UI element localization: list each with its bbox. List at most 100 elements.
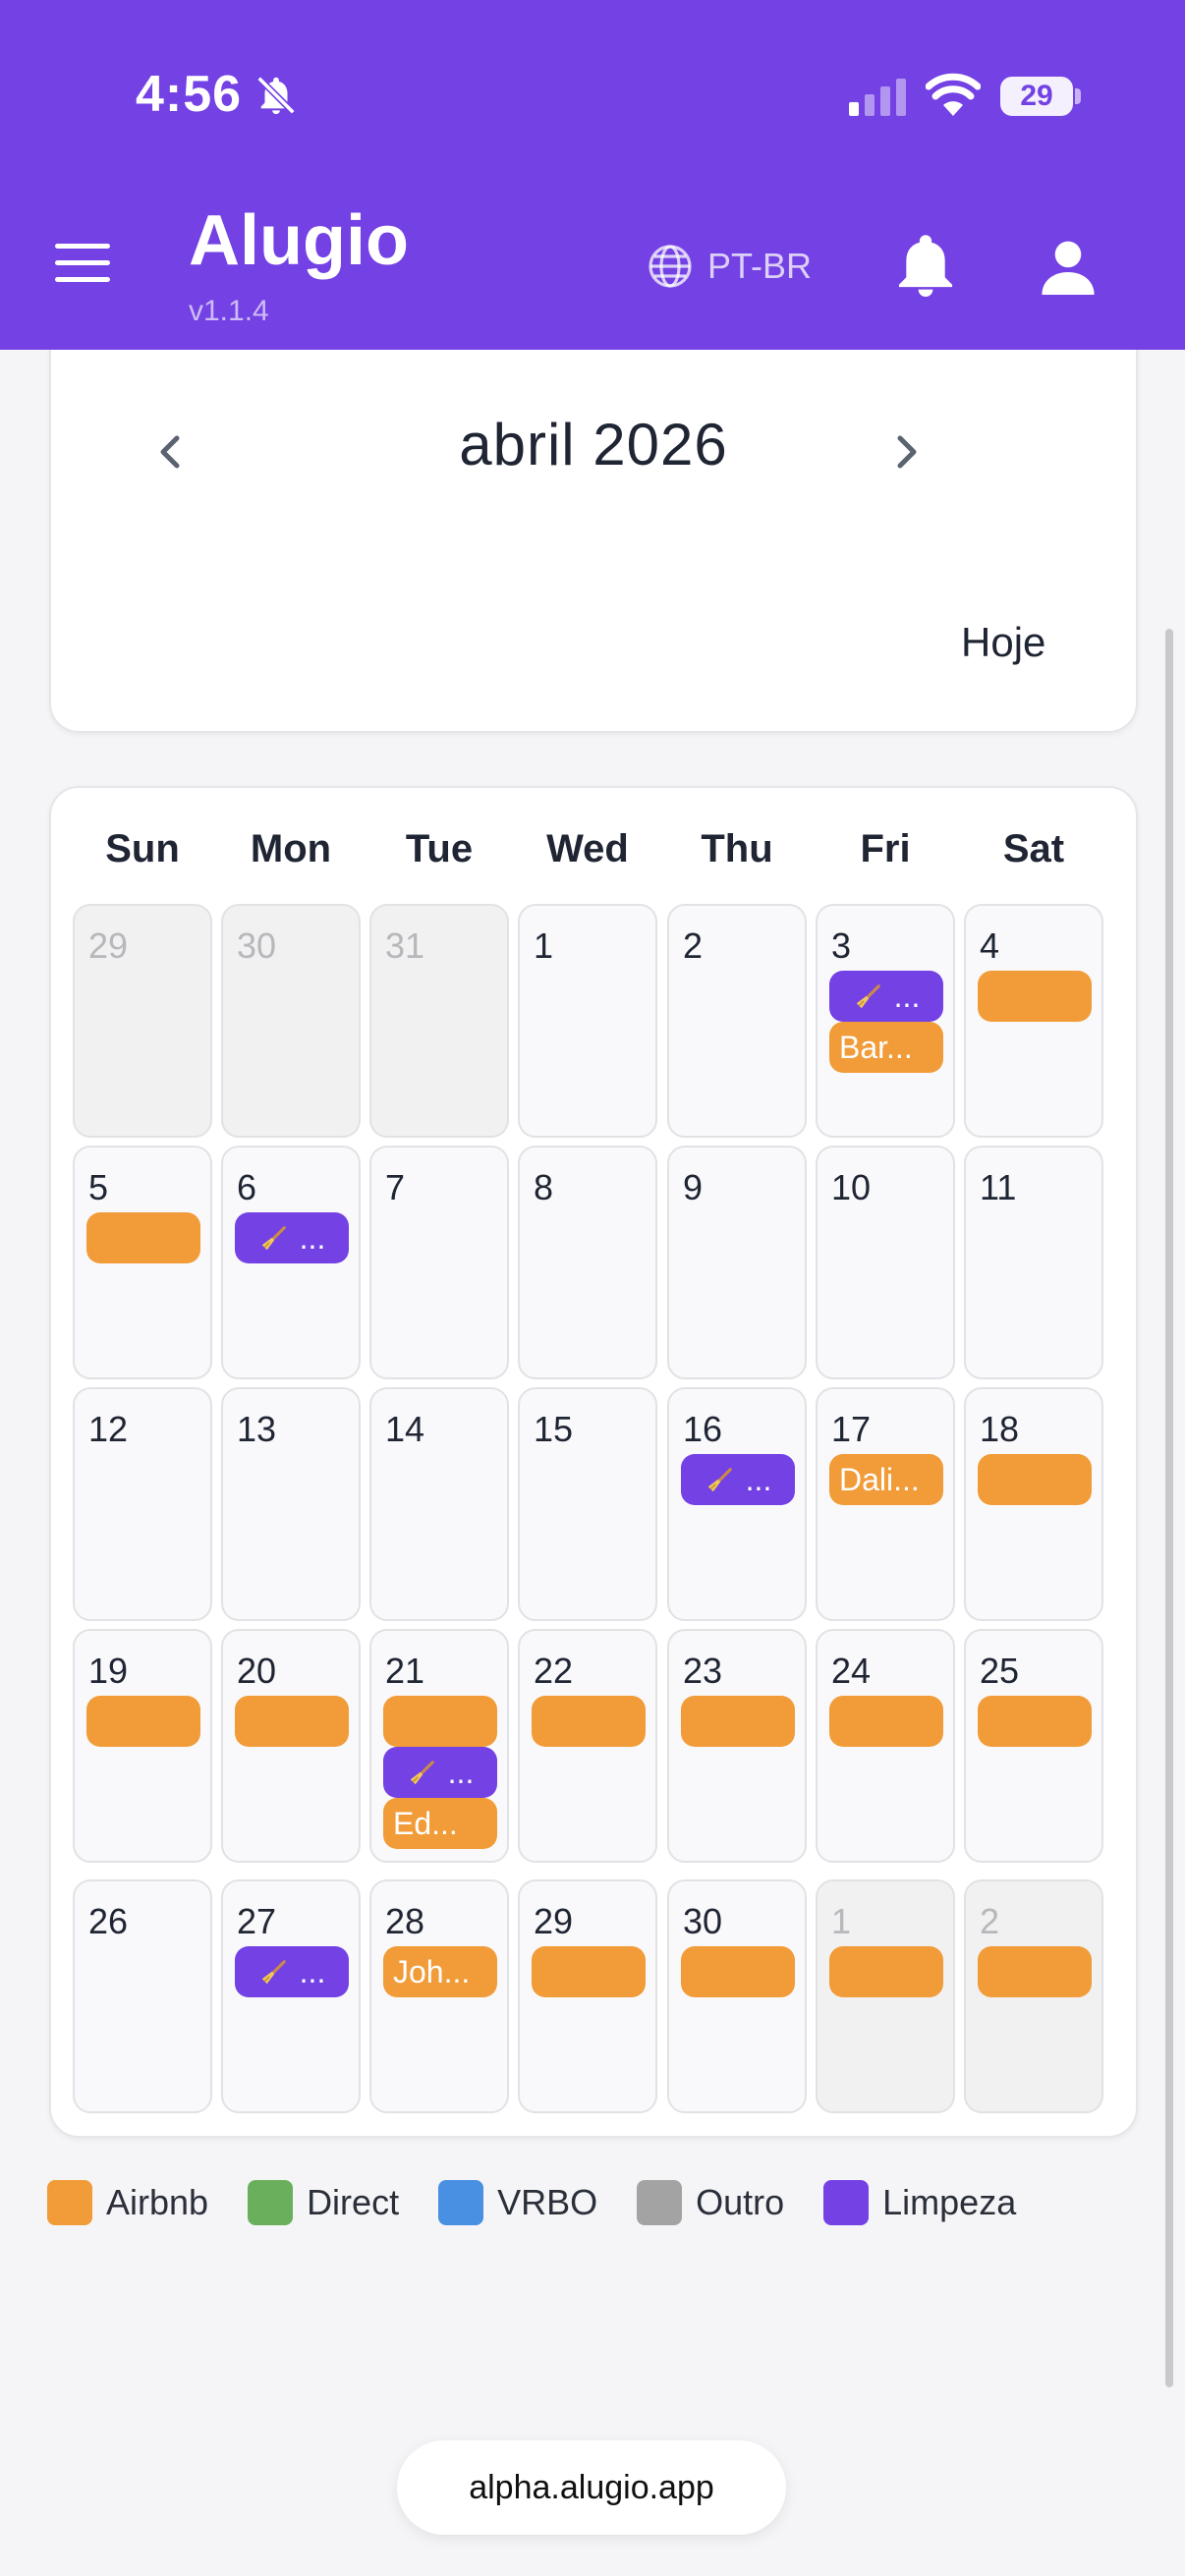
legend-label: Airbnb: [106, 2182, 209, 2222]
day-number: 6: [237, 1167, 257, 1207]
cleaning-event[interactable]: ...: [235, 1212, 349, 1263]
day-number: 14: [385, 1409, 425, 1449]
today-button[interactable]: Hoje: [961, 619, 1045, 666]
day-cell[interactable]: 29: [518, 1879, 657, 2113]
booking-event[interactable]: [532, 1946, 646, 1997]
bell-off-icon: [256, 76, 296, 115]
day-number: 5: [88, 1167, 109, 1207]
booking-event[interactable]: [86, 1212, 200, 1263]
battery-level: 29: [1020, 80, 1053, 112]
legend-item: Direct: [248, 2180, 399, 2225]
day-cell[interactable]: 11: [964, 1146, 1103, 1379]
day-cell[interactable]: 31: [369, 904, 509, 1138]
legend-item: Limpeza: [823, 2180, 1016, 2225]
cleaning-event[interactable]: ...: [235, 1946, 349, 1997]
booking-event[interactable]: [978, 971, 1092, 1022]
booking-event[interactable]: Bar...: [829, 1022, 943, 1073]
day-cell[interactable]: 4: [964, 904, 1103, 1138]
day-cell[interactable]: 15: [518, 1387, 657, 1621]
day-cell[interactable]: 29: [73, 904, 212, 1138]
day-cell[interactable]: 26: [73, 1879, 212, 2113]
day-cell[interactable]: 12: [73, 1387, 212, 1621]
user-icon[interactable]: [1040, 238, 1097, 295]
day-cell[interactable]: 9: [667, 1146, 807, 1379]
day-cell[interactable]: 20: [221, 1629, 361, 1863]
day-cell[interactable]: 24: [816, 1629, 955, 1863]
weekday-header: Sat: [1002, 827, 1065, 870]
app-version: v1.1.4: [189, 295, 269, 327]
day-cell[interactable]: 22: [518, 1629, 657, 1863]
day-cell[interactable]: 1: [816, 1879, 955, 2113]
day-cell[interactable]: 13: [221, 1387, 361, 1621]
day-cell[interactable]: 30: [667, 1879, 807, 2113]
status-time: 4:56: [136, 66, 243, 123]
day-cell[interactable]: 1: [518, 904, 657, 1138]
booking-event[interactable]: [829, 1946, 943, 1997]
legend-swatch: [823, 2180, 870, 2225]
legend-swatch: [637, 2180, 683, 2225]
day-cell[interactable]: 25: [964, 1629, 1103, 1863]
broom-icon: [856, 983, 880, 1008]
booking-event[interactable]: [86, 1696, 200, 1747]
day-cell[interactable]: 3... Bar...: [816, 904, 955, 1138]
day-cell[interactable]: 8: [518, 1146, 657, 1379]
weekday-header: Mon: [250, 827, 332, 870]
day-cell[interactable]: 18: [964, 1387, 1103, 1621]
month-nav-card: abril 2026 Hoje: [49, 295, 1138, 733]
event-label: ...: [893, 979, 921, 1014]
booking-event[interactable]: Joh...: [383, 1946, 497, 1997]
booking-event[interactable]: Dali...: [829, 1454, 943, 1505]
broom-icon: [261, 1225, 286, 1250]
broom-icon: [261, 1959, 286, 1984]
menu-icon[interactable]: [55, 244, 110, 283]
wifi-icon: [926, 73, 981, 116]
cleaning-event[interactable]: ...: [829, 971, 943, 1022]
day-cell[interactable]: 16...: [667, 1387, 807, 1621]
booking-event[interactable]: [532, 1696, 646, 1747]
day-cell[interactable]: 21... Ed...: [369, 1629, 509, 1863]
booking-event[interactable]: [978, 1696, 1092, 1747]
legend-swatch: [438, 2180, 484, 2225]
calendar-grid: Sun Mon Tue Wed Thu Fri Sat 29 30 31 1 2 3... Bar... 4…: [49, 786, 1138, 2138]
day-cell[interactable]: 27...: [221, 1879, 361, 2113]
day-cell[interactable]: 2: [964, 1879, 1103, 2113]
booking-event[interactable]: [978, 1946, 1092, 1997]
booking-event[interactable]: Ed...: [383, 1798, 497, 1849]
day-number: 18: [980, 1409, 1020, 1449]
booking-event[interactable]: [978, 1454, 1092, 1505]
day-cell[interactable]: 23: [667, 1629, 807, 1863]
day-cell[interactable]: 28 Joh...: [369, 1879, 509, 2113]
booking-event[interactable]: [681, 1696, 795, 1747]
day-number: 22: [534, 1651, 574, 1691]
day-cell[interactable]: 5: [73, 1146, 212, 1379]
scrollbar[interactable]: [1165, 629, 1173, 2387]
bell-icon[interactable]: [896, 234, 955, 297]
day-number: 30: [683, 1901, 723, 1941]
day-cell[interactable]: 2: [667, 904, 807, 1138]
day-number: 1: [831, 1901, 852, 1941]
legend-swatch: [47, 2180, 92, 2225]
language-label: PT-BR: [707, 246, 813, 286]
day-cell[interactable]: 17 Dali...: [816, 1387, 955, 1621]
booking-event[interactable]: [235, 1696, 349, 1747]
legend-label: VRBO: [497, 2182, 598, 2222]
day-cell[interactable]: 7: [369, 1146, 509, 1379]
day-cell[interactable]: 14: [369, 1387, 509, 1621]
day-cell[interactable]: 10: [816, 1146, 955, 1379]
day-cell[interactable]: 30: [221, 904, 361, 1138]
day-cell[interactable]: 19: [73, 1629, 212, 1863]
day-number: 15: [534, 1409, 574, 1449]
day-number: 10: [831, 1167, 872, 1207]
url-bar[interactable]: alpha.alugio.app: [397, 2440, 786, 2535]
booking-event[interactable]: [829, 1696, 943, 1747]
legend-label: Limpeza: [882, 2182, 1017, 2222]
language-button[interactable]: PT-BR: [647, 242, 812, 291]
day-cell[interactable]: 6...: [221, 1146, 361, 1379]
chevron-right-icon[interactable]: [886, 422, 930, 481]
booking-event[interactable]: [681, 1946, 795, 1997]
cleaning-event[interactable]: ...: [681, 1454, 795, 1505]
cleaning-event[interactable]: ...: [383, 1747, 497, 1798]
day-number: 13: [237, 1409, 277, 1449]
day-number: 2: [683, 925, 704, 966]
booking-event[interactable]: [383, 1696, 497, 1747]
